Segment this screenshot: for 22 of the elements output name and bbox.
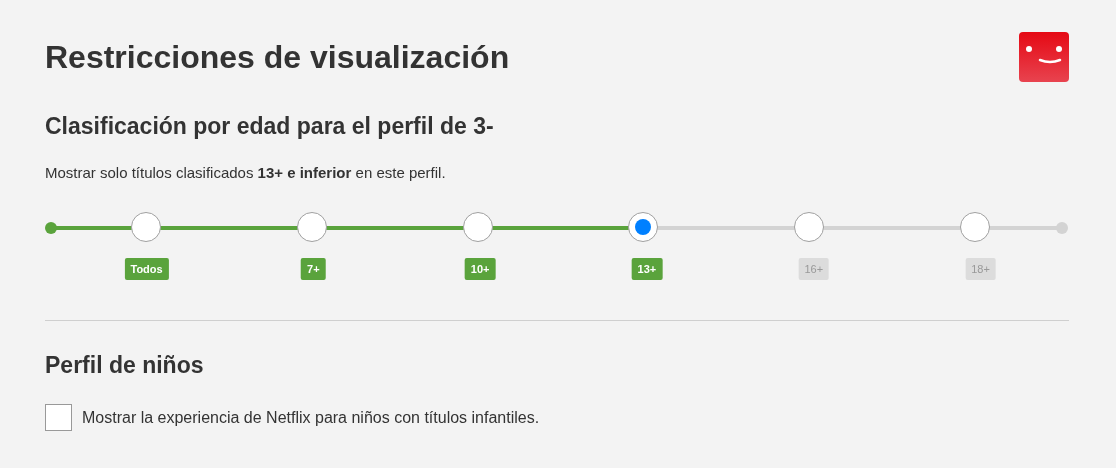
rating-stop[interactable] [628,212,659,242]
rating-label: 16+ [798,258,830,280]
rating-label: 7+ [301,258,326,280]
smiley-logo-icon [1019,32,1069,82]
checkbox[interactable] [45,404,72,431]
rating-stop[interactable] [462,212,493,242]
rating-description: Mostrar solo títulos clasificados 13+ e inferior en este perfil. [45,164,447,181]
section-heading: Clasificación por edad para el perfil de 3- [45,113,495,140]
rating-stop[interactable] [960,212,991,242]
page-title: Restricciones de visualización [45,39,510,76]
section-heading: Perfil de niños [45,352,205,379]
checkbox-label: Mostrar la experiencia de Netflix para niños con títulos infantiles. [82,408,540,427]
rating-stop[interactable] [131,212,162,242]
track-start-dot [45,222,57,234]
rating-label: Todos [124,258,169,280]
rating-stop[interactable] [794,212,825,242]
track-end-dot [1056,222,1068,234]
rating-label: 10+ [464,258,496,280]
rating-label: 18+ [965,258,996,280]
rating-slider[interactable] [45,213,1068,243]
rating-label: 13+ [631,258,663,280]
rating-stop[interactable] [296,212,327,242]
